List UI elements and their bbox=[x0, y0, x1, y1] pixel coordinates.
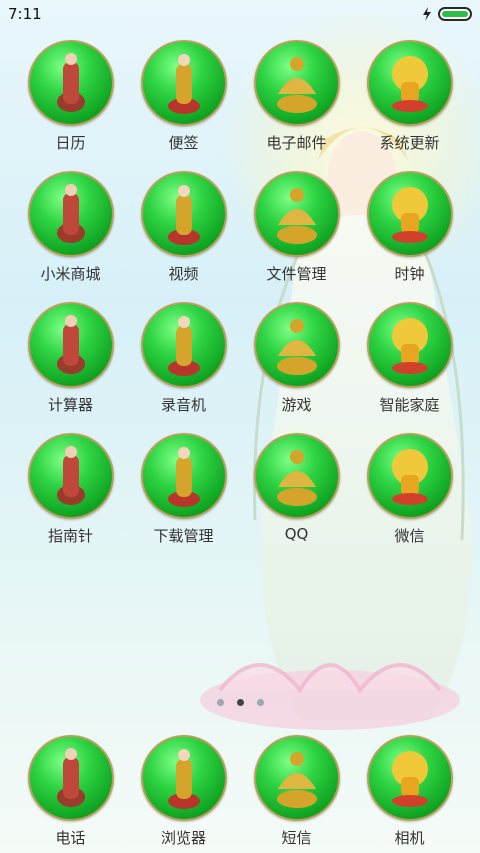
status-icons bbox=[422, 7, 472, 21]
app-label: 便签 bbox=[168, 134, 199, 152]
statue-icon bbox=[140, 171, 227, 257]
grid-app-9[interactable]: 录音机 bbox=[127, 302, 240, 415]
statue-icon bbox=[27, 433, 114, 519]
statue-icon bbox=[366, 302, 453, 388]
app-label: 录音机 bbox=[160, 396, 206, 414]
battery-icon bbox=[438, 7, 472, 21]
status-bar: 7:11 bbox=[0, 0, 480, 28]
grid-app-5[interactable]: 视频 bbox=[127, 171, 240, 284]
grid-app-10[interactable]: 游戏 bbox=[240, 302, 353, 415]
statue-icon bbox=[27, 735, 114, 821]
page-dot-3[interactable] bbox=[256, 699, 264, 706]
statue-icon bbox=[27, 171, 114, 257]
statue-icon bbox=[366, 171, 453, 257]
status-time: 7:11 bbox=[8, 5, 42, 23]
grid-app-13[interactable]: 下载管理 bbox=[127, 433, 240, 546]
app-label: 微信 bbox=[394, 527, 425, 545]
statue-icon bbox=[253, 735, 340, 821]
statue-icon bbox=[253, 433, 340, 519]
app-label: 指南针 bbox=[47, 527, 93, 545]
app-label: 时钟 bbox=[394, 265, 425, 283]
statue-icon bbox=[140, 433, 227, 519]
grid-app-12[interactable]: 指南针 bbox=[14, 433, 127, 546]
grid-app-15[interactable]: 微信 bbox=[353, 433, 466, 546]
app-label: 文件管理 bbox=[266, 265, 327, 283]
statue-icon bbox=[27, 40, 114, 126]
grid-app-2[interactable]: 电子邮件 bbox=[240, 40, 353, 153]
app-label: 电话 bbox=[55, 829, 86, 847]
grid-app-7[interactable]: 时钟 bbox=[353, 171, 466, 284]
grid-app-14[interactable]: QQ bbox=[240, 433, 353, 543]
dock-app-1[interactable]: 浏览器 bbox=[127, 735, 240, 848]
statue-icon bbox=[366, 735, 453, 821]
charging-icon bbox=[423, 7, 431, 21]
grid-app-4[interactable]: 小米商城 bbox=[14, 171, 127, 284]
statue-icon bbox=[27, 302, 114, 388]
app-label: 游戏 bbox=[281, 396, 312, 414]
app-label: 智能家庭 bbox=[379, 396, 440, 414]
grid-app-0[interactable]: 日历 bbox=[14, 40, 127, 153]
page-dot-2[interactable] bbox=[236, 699, 244, 706]
statue-icon bbox=[253, 302, 340, 388]
dock-app-3[interactable]: 相机 bbox=[353, 735, 466, 848]
grid-app-3[interactable]: 系统更新 bbox=[353, 40, 466, 153]
app-label: 下载管理 bbox=[153, 527, 214, 545]
app-label: 系统更新 bbox=[379, 134, 440, 152]
app-label: 电子邮件 bbox=[266, 134, 327, 152]
statue-icon bbox=[366, 40, 453, 126]
page-indicator[interactable] bbox=[0, 699, 480, 706]
statue-icon bbox=[366, 433, 453, 519]
dock-app-0[interactable]: 电话 bbox=[14, 735, 127, 848]
app-label: 相机 bbox=[394, 829, 425, 847]
statue-icon bbox=[140, 302, 227, 388]
page-dot-1[interactable] bbox=[216, 699, 224, 706]
app-label: 小米商城 bbox=[40, 265, 101, 283]
grid-app-11[interactable]: 智能家庭 bbox=[353, 302, 466, 415]
app-label: 计算器 bbox=[47, 396, 93, 414]
statue-icon bbox=[140, 735, 227, 821]
app-label: 浏览器 bbox=[160, 829, 206, 847]
statue-icon bbox=[140, 40, 227, 126]
app-label: 视频 bbox=[168, 265, 199, 283]
dock-app-2[interactable]: 短信 bbox=[240, 735, 353, 848]
statue-icon bbox=[253, 171, 340, 257]
app-label: 短信 bbox=[281, 829, 312, 847]
grid-app-1[interactable]: 便签 bbox=[127, 40, 240, 153]
app-label: QQ bbox=[284, 525, 309, 543]
app-label: 日历 bbox=[55, 134, 86, 152]
grid-app-6[interactable]: 文件管理 bbox=[240, 171, 353, 284]
statue-icon bbox=[253, 40, 340, 126]
grid-app-8[interactable]: 计算器 bbox=[14, 302, 127, 415]
